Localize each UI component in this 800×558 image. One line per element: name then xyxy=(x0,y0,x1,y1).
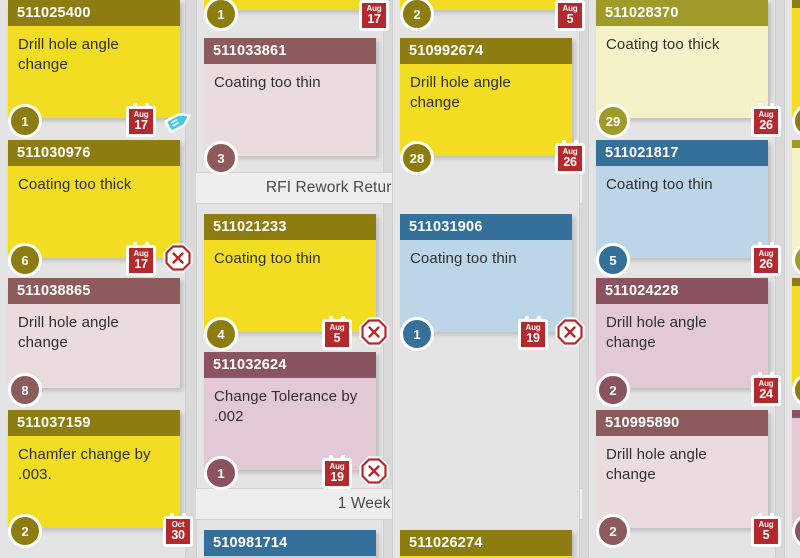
card-title: 511032624 xyxy=(204,352,376,379)
card-partial-column-5-c[interactable] xyxy=(792,278,800,388)
calendar-day: 26 xyxy=(563,155,577,170)
card-count-badge[interactable]: 2 xyxy=(596,514,630,548)
card-title: 511025400 xyxy=(8,0,180,27)
calendar-day: 26 xyxy=(759,257,773,272)
card-title: 511024228 xyxy=(596,278,768,305)
calendar-day: 24 xyxy=(759,387,773,402)
calendar-icon[interactable]: Aug 26 xyxy=(555,140,585,174)
calendar-icon[interactable]: Aug 17 xyxy=(126,103,156,137)
card-text: Coating too thick xyxy=(606,36,720,54)
card-511032624[interactable]: 511032624 Change Tolerance by .002 xyxy=(204,352,376,470)
blocker-stop-icon[interactable] xyxy=(163,243,193,273)
calendar-icon[interactable]: Oct 30 xyxy=(163,513,193,547)
card-title: 511038865 xyxy=(8,278,180,305)
card-partial-column-5-a[interactable] xyxy=(792,0,800,118)
card-count-badge[interactable]: 1 xyxy=(204,456,238,490)
calendar-icon[interactable]: Aug 26 xyxy=(751,242,781,276)
calendar-day: 19 xyxy=(526,331,540,346)
card-510992674[interactable]: 510992674 Drill hole angle change xyxy=(400,38,572,156)
calendar-icon[interactable]: Aug 24 xyxy=(751,372,781,406)
calendar-icon[interactable]: Aug 5 xyxy=(555,0,585,31)
calendar-day: 30 xyxy=(171,528,185,543)
calendar-icon[interactable]: Aug 26 xyxy=(751,103,781,137)
card-title: 511026274 xyxy=(400,530,572,557)
card-text: Drill hole angle change xyxy=(606,446,707,483)
calendar-day: 5 xyxy=(762,528,770,543)
blocker-stop-icon[interactable] xyxy=(555,317,585,347)
card-text: Drill hole angle change xyxy=(18,36,119,73)
card-count-badge[interactable]: 29 xyxy=(596,104,630,138)
calendar-icon[interactable]: Aug 19 xyxy=(518,316,548,350)
card-511028370[interactable]: 511028370 Coating too thick xyxy=(596,0,768,118)
card-510981714[interactable]: 510981714 xyxy=(204,530,376,558)
card-title: 511030976 xyxy=(8,140,180,167)
card-title xyxy=(792,0,800,8)
card-count-badge[interactable]: 8 xyxy=(8,373,42,407)
blocker-stop-icon[interactable] xyxy=(359,456,389,486)
card-511033861[interactable]: 511033861 Coating too thin xyxy=(204,38,376,156)
kanban-board: 511025400 Drill hole angle change 1 Aug … xyxy=(0,0,800,558)
card-count-badge[interactable]: 2 xyxy=(8,514,42,548)
calendar-icon[interactable]: Aug 5 xyxy=(751,513,781,547)
card-count-badge[interactable]: 4 xyxy=(204,317,238,351)
card-text: Coating too thin xyxy=(410,250,517,268)
card-partial-column-5-b[interactable] xyxy=(792,140,800,258)
card-511030976[interactable]: 511030976 Coating too thick xyxy=(8,140,180,258)
calendar-icon[interactable]: Aug 19 xyxy=(322,455,352,489)
card-title: 511021233 xyxy=(204,214,376,241)
card-title xyxy=(792,410,800,418)
card-title: 511031906 xyxy=(400,214,572,241)
card-count-badge[interactable]: 1 xyxy=(8,104,42,138)
calendar-icon[interactable]: Aug 17 xyxy=(359,0,389,31)
card-title: 511021817 xyxy=(596,140,768,167)
card-511026274[interactable]: 511026274 xyxy=(400,530,572,558)
tag-icon[interactable] xyxy=(164,106,194,136)
card-title: 510992674 xyxy=(400,38,572,65)
calendar-day: 17 xyxy=(134,118,148,133)
card-count-badge[interactable]: 5 xyxy=(596,243,630,277)
card-511025400[interactable]: 511025400 Drill hole angle change xyxy=(8,0,180,118)
card-title: 510995890 xyxy=(596,410,768,437)
card-511038865[interactable]: 511038865 Drill hole angle change xyxy=(8,278,180,388)
calendar-icon[interactable]: Aug 5 xyxy=(322,316,352,350)
calendar-day: 17 xyxy=(367,12,381,27)
card-count-badge[interactable]: 6 xyxy=(8,243,42,277)
calendar-day: 5 xyxy=(333,331,341,346)
card-text: Coating too thick xyxy=(18,176,132,194)
calendar-day: 19 xyxy=(330,470,344,485)
card-text: Coating too thin xyxy=(214,250,321,268)
card-511021817[interactable]: 511021817 Coating too thin xyxy=(596,140,768,258)
calendar-day: 5 xyxy=(566,12,574,27)
card-text: Drill hole angle change xyxy=(18,314,119,351)
blocker-stop-icon[interactable] xyxy=(359,317,389,347)
card-title xyxy=(792,278,800,286)
card-title: 511028370 xyxy=(596,0,768,27)
card-511024228[interactable]: 511024228 Drill hole angle change xyxy=(596,278,768,388)
card-count-badge[interactable]: 2 xyxy=(596,373,630,407)
card-511021233[interactable]: 511021233 Coating too thin xyxy=(204,214,376,332)
card-511037159[interactable]: 511037159 Chamfer change by .003. xyxy=(8,410,180,528)
calendar-day: 17 xyxy=(134,257,148,272)
card-text: Change Tolerance by .002 xyxy=(214,388,358,425)
card-count-badge[interactable]: 1 xyxy=(400,317,434,351)
card-partial-column-5-d[interactable] xyxy=(792,410,800,528)
calendar-icon[interactable]: Aug 17 xyxy=(126,242,156,276)
card-text: Drill hole angle change xyxy=(606,314,707,351)
card-title: 511037159 xyxy=(8,410,180,437)
card-title: 510981714 xyxy=(204,530,376,557)
card-count-badge[interactable]: 3 xyxy=(204,141,238,175)
card-text: Drill hole angle change xyxy=(410,74,511,111)
card-text: Chamfer change by .003. xyxy=(18,446,151,483)
card-510995890[interactable]: 510995890 Drill hole angle change xyxy=(596,410,768,528)
card-511031906[interactable]: 511031906 Coating too thin xyxy=(400,214,572,332)
card-text: Coating too thin xyxy=(606,176,713,194)
card-title: 511033861 xyxy=(204,38,376,65)
card-title xyxy=(792,140,800,148)
calendar-day: 26 xyxy=(759,118,773,133)
card-count-badge[interactable]: 28 xyxy=(400,141,434,175)
card-text: Coating too thin xyxy=(214,74,321,92)
